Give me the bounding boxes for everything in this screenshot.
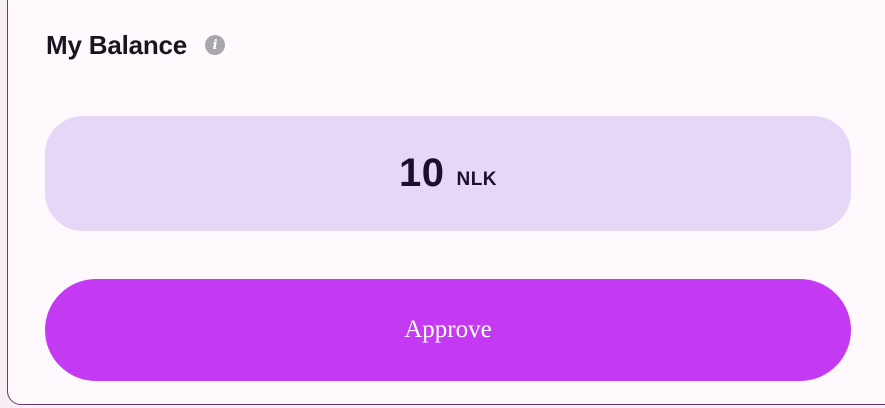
- balance-title: My Balance: [46, 29, 188, 60]
- balance-display: 10 NLK: [45, 116, 851, 231]
- balance-header: My Balance i: [46, 28, 226, 62]
- balance-amount: 10: [398, 151, 445, 195]
- info-icon[interactable]: i: [205, 35, 226, 55]
- balance-unit: NLK: [456, 168, 498, 190]
- approve-button[interactable]: Approve: [45, 279, 851, 381]
